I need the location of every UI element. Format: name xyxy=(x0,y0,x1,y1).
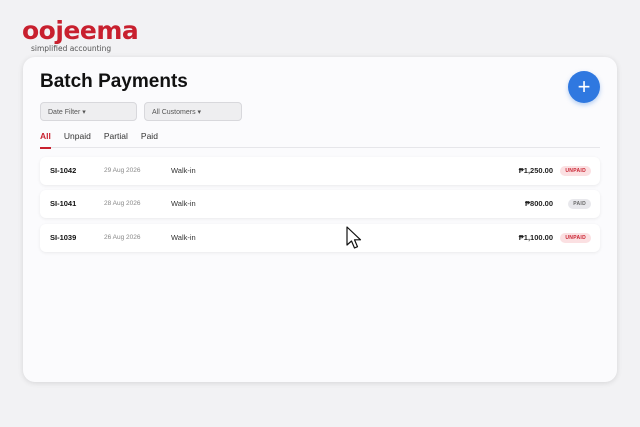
invoice-id: SI-1039 xyxy=(50,233,77,242)
invoice-customer: Walk-in xyxy=(171,233,196,242)
invoice-row[interactable]: SI-1042 29 Aug 2026 Walk-in ₱1,250.00 UN… xyxy=(40,157,600,185)
status-badge: UNPAID xyxy=(560,233,591,243)
status-badge: PAID xyxy=(568,199,591,209)
invoice-date: 29 Aug 2026 xyxy=(104,167,141,174)
mouse-pointer-icon xyxy=(346,226,362,249)
date-filter-dropdown[interactable]: Date Filter ▾ xyxy=(40,102,137,121)
customer-filter-dropdown[interactable]: All Customers ▾ xyxy=(144,102,242,121)
invoice-row[interactable]: SI-1039 26 Aug 2026 Walk-in ₱1,100.00 UN… xyxy=(40,224,600,252)
customer-filter-label: All Customers ▾ xyxy=(152,108,202,116)
tab-unpaid[interactable]: Unpaid xyxy=(64,129,91,148)
invoice-amount: ₱1,100.00 xyxy=(518,233,553,242)
invoice-row[interactable]: SI-1041 28 Aug 2026 Walk-in ₱800.00 PAID xyxy=(40,190,600,218)
invoice-date: 28 Aug 2026 xyxy=(104,200,141,207)
brand-tagline: simplified accounting xyxy=(31,44,112,53)
invoice-amount: ₱1,250.00 xyxy=(518,166,553,175)
page-title: Batch Payments xyxy=(40,71,188,92)
invoice-amount: ₱800.00 xyxy=(525,199,553,208)
status-badge: UNPAID xyxy=(560,166,591,176)
invoice-id: SI-1041 xyxy=(50,199,77,208)
add-batch-payment-button[interactable]: + xyxy=(568,71,600,103)
batch-payments-panel: Batch Payments + Date Filter ▾ All Custo… xyxy=(23,57,617,382)
invoice-customer: Walk-in xyxy=(171,199,196,208)
brand-logo: oojeema simplified accounting xyxy=(22,16,139,54)
tab-paid[interactable]: Paid xyxy=(141,129,158,148)
status-tabs: All Unpaid Partial Paid xyxy=(40,129,600,149)
tab-partial[interactable]: Partial xyxy=(104,129,128,148)
tab-all[interactable]: All xyxy=(40,129,51,149)
invoice-customer: Walk-in xyxy=(171,166,196,175)
invoice-id: SI-1042 xyxy=(50,166,77,175)
plus-icon: + xyxy=(577,74,591,99)
invoice-date: 26 Aug 2026 xyxy=(104,234,141,241)
brand-name: oojeema xyxy=(22,16,139,45)
date-filter-label: Date Filter ▾ xyxy=(48,108,86,116)
